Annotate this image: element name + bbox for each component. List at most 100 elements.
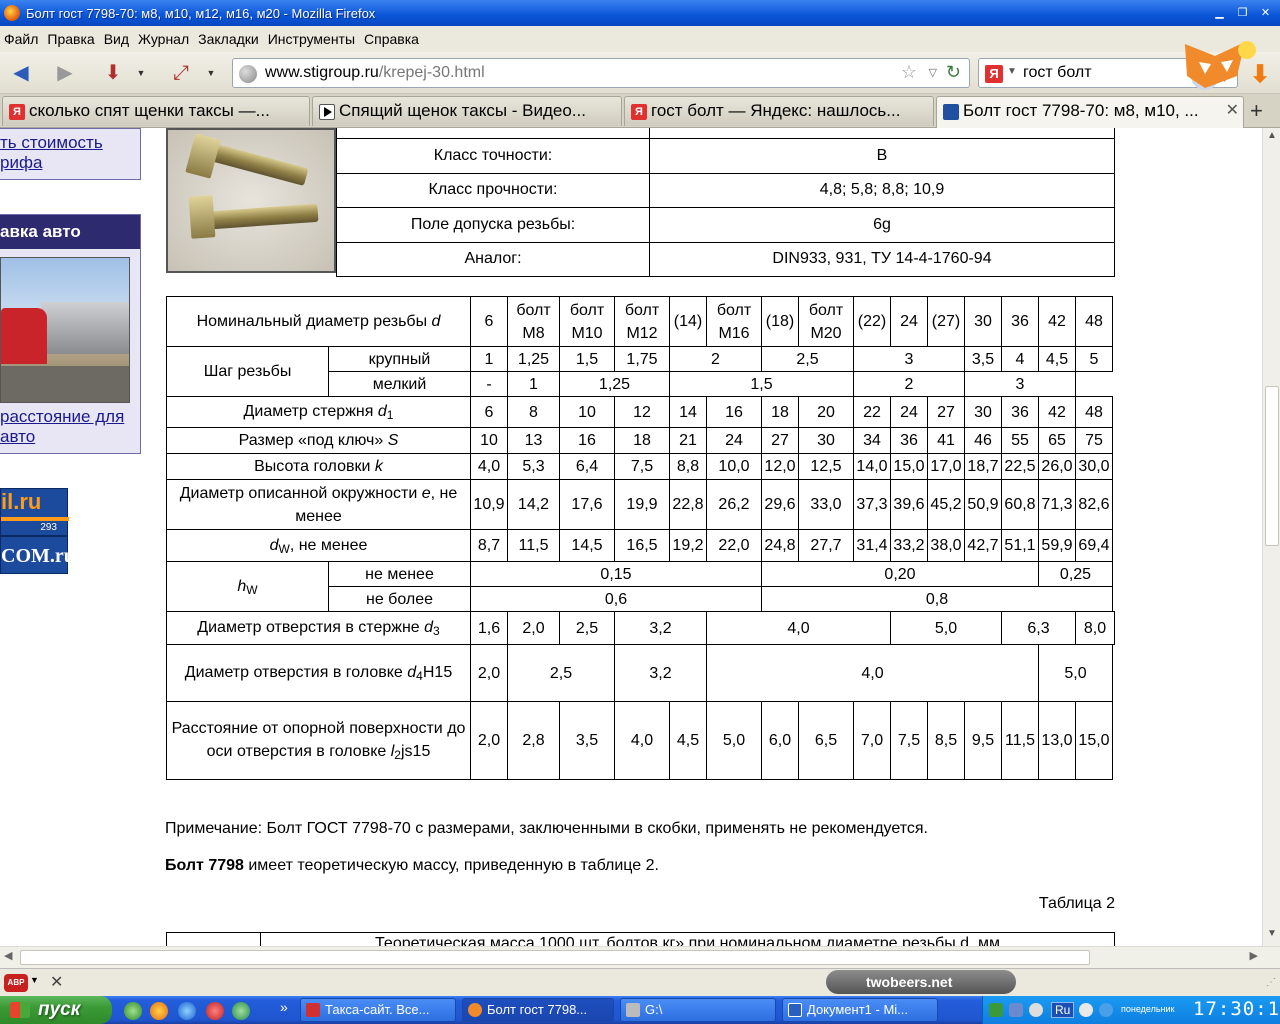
opera-quicklaunch-icon[interactable] [206,1002,224,1020]
distance-link[interactable]: расстояние для авто [0,407,124,447]
url-dropdown-icon[interactable]: ▽ [929,66,937,79]
circ-cell: 82,6 [1075,479,1113,530]
delivery-header: авка авто [0,215,140,249]
mail-ru-counter[interactable]: il.ru 293 [0,488,69,536]
history-down-icon[interactable]: ⬇ [100,60,126,86]
calc-cost-link[interactable]: ть стоимость рифа [0,133,140,173]
rod-hole-cell: 3,2 [614,611,707,645]
scroll-down-icon[interactable]: ▼ [1265,928,1279,944]
horizontal-scroll-thumb[interactable] [20,950,1090,965]
label-text: Диаметр отверстия в головке [184,664,403,681]
var-d: d [377,403,387,420]
dist-cell: 2,0 [470,701,508,780]
quicklaunch-icon[interactable] [124,1002,142,1020]
tab-yandex-search[interactable]: Я гост болт — Яндекс: нашлось... [624,96,934,126]
circ-cell: 10,9 [470,479,508,530]
subscript: W [246,582,258,597]
firefox-quicklaunch-icon[interactable] [150,1002,168,1020]
coarse-cell: 2 [669,346,762,372]
diameter-cell: 48 [1075,296,1113,347]
network-icon[interactable] [1009,1003,1023,1017]
head-cell: 22,5 [1001,453,1039,480]
close-addon-bar-icon[interactable]: ✕ [50,972,63,992]
hw-min-cell: 0,20 [761,561,1039,587]
tab-bolt-gost[interactable]: Болт гост 7798-70: м8, м10, ... ✕ [936,96,1244,128]
task-firefox[interactable]: Болт гост 7798... [462,998,614,1022]
dist-cell: 6,5 [798,701,854,780]
task-word-document[interactable]: Документ1 - Mi... [782,998,938,1022]
head-cell: 14,0 [853,453,891,480]
start-button[interactable]: пуск [0,996,112,1024]
diameter-cell: (18) [761,296,799,347]
volume-icon[interactable] [1029,1003,1043,1017]
rod-hole-cell: 5,0 [890,611,1002,645]
adblock-dropdown-icon[interactable]: ▼ [30,975,39,985]
scroll-left-icon[interactable]: ◀ [4,949,12,962]
app-quicklaunch-icon[interactable] [232,1002,250,1020]
dw-cell: 8,7 [470,529,508,562]
head-cell: 8,8 [669,453,707,480]
stop-icon[interactable]: ⤢ [168,60,194,86]
horizontal-scrollbar[interactable]: ◀ ▶ [0,946,1280,968]
download-icon[interactable]: ⬇ [1250,60,1270,89]
menu-tools[interactable]: Инструменты [268,31,355,47]
menu-edit[interactable]: Правка [47,31,94,47]
task-label: Документ1 - Mi... [807,1002,909,1017]
minimize-button[interactable]: ▁ [1209,3,1230,23]
tab-close-icon[interactable]: ✕ [1226,97,1239,125]
tab-puppy-video[interactable]: Спящий щенок таксы - Видео... [312,96,622,126]
clock[interactable]: 17:30:18 [1193,998,1280,1020]
coarse-cell: 3 [853,346,965,372]
forward-icon[interactable]: ▶ [52,60,78,86]
bolt-photo[interactable] [166,128,336,273]
tab-bar: Я сколько спят щенки таксы —... Спящий щ… [0,94,1280,128]
sidebar-calc-box: ть стоимость рифа [0,128,141,180]
menu-history[interactable]: Журнал [138,31,189,47]
menu-view[interactable]: Вид [104,31,129,47]
url-text[interactable]: www.stigroup.ru/krepej-30.html [265,64,485,82]
toolbar-dropdown-icon[interactable]: ▼ [204,60,218,86]
history-dropdown-icon[interactable]: ▼ [134,60,148,86]
url-bar[interactable]: www.stigroup.ru/krepej-30.html ☆ ▽ ↻ [232,58,970,88]
spec-value: В [649,138,1115,174]
task-taksa-site[interactable]: Такса-сайт. Все... [300,998,456,1022]
search-input[interactable]: гост болт [1023,64,1092,82]
tab-puppies-sleep[interactable]: Я сколько спят щенки таксы —... [2,96,310,126]
back-icon[interactable]: ◀ [8,60,34,86]
menu-bookmarks[interactable]: Закладки [198,31,259,47]
head-hole-cell: 4,0 [706,644,1039,702]
bookmark-star-icon[interactable]: ☆ [901,62,917,83]
vertical-scroll-thumb[interactable] [1265,386,1279,546]
hw-max-cell: 0,6 [470,586,762,612]
shield-icon[interactable] [1099,1003,1113,1017]
circ-cell: 50,9 [964,479,1002,530]
new-tab-icon[interactable]: + [1250,98,1263,124]
scroll-up-icon[interactable]: ▲ [1265,130,1279,146]
yandex-icon[interactable]: Я [985,65,1003,83]
language-indicator[interactable]: Ru [1051,1002,1075,1018]
tray-clock-icon[interactable] [1079,1003,1093,1017]
menu-help[interactable]: Справка [364,31,419,47]
quicklaunch-more-icon[interactable]: » [280,999,288,1015]
rod-cell: 48 [1075,396,1113,428]
resize-grip-icon[interactable]: ⋰ [1266,977,1276,988]
task-drive-g[interactable]: G:\ [620,998,776,1022]
tab-label: Болт гост 7798-70: м8, м10, ... [963,101,1199,120]
restore-button[interactable]: ❐ [1232,3,1253,23]
vertical-scrollbar[interactable]: ▲ ▼ [1262,128,1280,946]
search-engine-dropdown-icon[interactable]: ▼ [1007,66,1017,77]
window-titlebar[interactable]: Болт гост 7798-70: м8, м10, м12, м16, м2… [0,0,1280,26]
taskbar: пуск » Такса-сайт. Все... Болт гост 7798… [0,996,1280,1024]
truck-image[interactable] [0,257,130,403]
coarse-cell: 1,25 [507,346,560,372]
diameter-cell: (14) [669,296,707,347]
tray-app-icon[interactable] [989,1003,1003,1017]
var-d: d [407,664,417,681]
scroll-right-icon[interactable]: ▶ [1250,949,1258,962]
adblock-icon[interactable]: ABP [4,974,28,992]
close-button[interactable]: ✕ [1255,3,1276,23]
reload-icon[interactable]: ↻ [946,62,961,83]
ie-quicklaunch-icon[interactable] [178,1002,196,1020]
com-ru-counter[interactable]: COM.ru [0,536,75,574]
menu-file[interactable]: Файл [4,31,38,47]
